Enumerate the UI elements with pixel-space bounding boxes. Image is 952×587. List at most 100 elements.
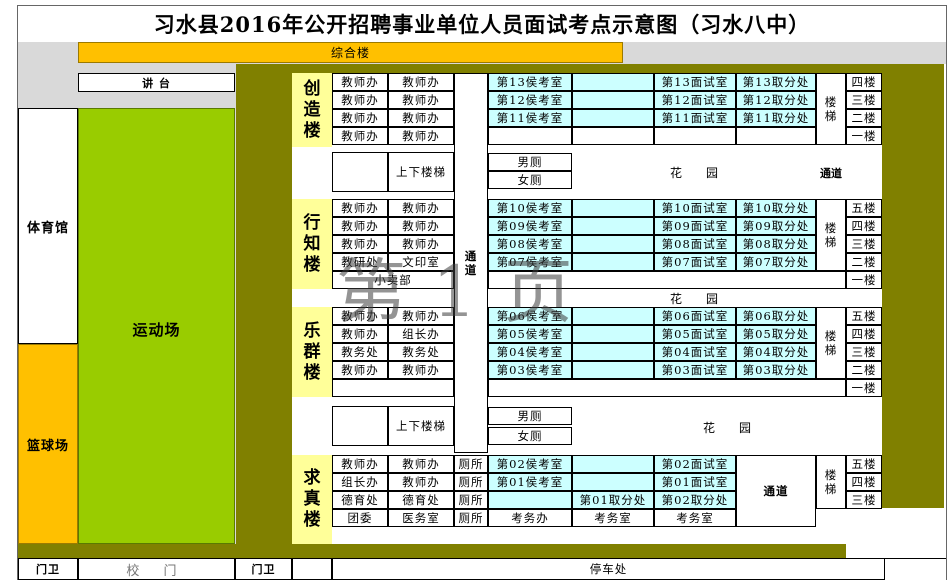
waiting-room: 第10侯考室 [488,199,572,217]
room-cell: 教师办 [388,73,454,91]
room-cell: 教师办 [332,361,388,379]
room-cell: 德育处 [332,491,388,509]
gate-guard-right: 门卫 [235,558,292,580]
score-office: 第04取分处 [736,343,816,361]
room-cell: 教务处 [332,343,388,361]
floor-label: 五楼 [846,307,882,325]
interview-room: 第03面试室 [654,361,736,379]
score-office: 第11取分处 [736,109,816,127]
room-cell: 教务处 [388,343,454,361]
blank-cyan [572,473,654,491]
blank-cell [292,558,332,580]
score-office: 第13取分处 [736,73,816,91]
blank-cyan [572,73,654,91]
waiting-room: 第12侯考室 [488,91,572,109]
blank-cell [332,152,388,192]
staircase: 上下楼梯 [388,406,454,446]
basketball-court: 篮球场 [18,344,78,544]
blank-cyan [572,109,654,127]
waiting-room: 第01侯考室 [488,473,572,491]
garden-3: 花 园 [702,421,751,435]
building-lequn: 乐 群 楼 [292,307,332,397]
room-cell: 教师办 [388,455,454,473]
garden-2: 花 园 [669,291,718,306]
floor-label: 一楼 [846,271,882,289]
waiting-room: 第04侯考室 [488,343,572,361]
road-top [292,64,944,73]
stairs-label: 楼梯 [816,455,846,509]
waiting-room: 第09侯考室 [488,217,572,235]
room-cell: 团委 [332,509,388,527]
interview-room: 第02面试室 [654,455,736,473]
floor-label: 三楼 [846,343,882,361]
sports-field: 运动场 [78,108,235,544]
corridor-label: 通道 [820,167,842,180]
interview-room: 第12面试室 [654,91,736,109]
gate-guard-left: 门卫 [18,558,78,580]
blank-cyan [572,325,654,343]
parking: 停车处 [332,558,885,580]
garden-1: 花 园 [669,166,718,180]
room-cell: 组长办 [332,473,388,491]
blank-cyan [572,235,654,253]
interview-room: 第09面试室 [654,217,736,235]
toilet: 厕所 [454,509,488,527]
score-office: 第10取分处 [736,199,816,217]
blank-cyan [572,199,654,217]
floor-label: 五楼 [846,199,882,217]
stairs-label: 楼梯 [816,307,846,379]
blank-cyan [572,91,654,109]
floor-label: 四楼 [846,73,882,91]
score-office: 第06取分处 [736,307,816,325]
interview-room: 第11面试室 [654,109,736,127]
floor-label: 二楼 [846,253,882,271]
room-cell: 德育处 [388,491,454,509]
room-cell: 教师办 [388,473,454,491]
score-office: 第07取分处 [736,253,816,271]
school-gate: 校 门 [78,558,235,580]
building-zonghe: 综合楼 [78,42,623,63]
blank-cell [572,127,654,145]
waiting-room: 第03侯考室 [488,361,572,379]
blank-cell [332,379,454,397]
road-left [236,64,292,544]
exam-room: 考务室 [654,509,736,527]
podium: 讲 台 [78,73,235,92]
blank-cell [654,127,736,145]
score-office: 第03取分处 [736,361,816,379]
road-bottom [18,544,846,558]
toilet: 厕所 [454,491,488,509]
interview-room: 第13面试室 [654,73,736,91]
floor-label: 三楼 [846,235,882,253]
waiting-room: 第02侯考室 [488,455,572,473]
room-cell: 教师办 [332,455,388,473]
room-cell: 教师办 [388,109,454,127]
floor-label: 五楼 [846,455,882,473]
room-cell: 教师办 [388,361,454,379]
interview-room: 第06面试室 [654,307,736,325]
score-office: 第12取分处 [736,91,816,109]
exam-room: 考务室 [572,509,654,527]
blank-cyan [572,217,654,235]
blank-cyan [572,361,654,379]
interview-room: 第04面试室 [654,343,736,361]
score-office: 第08取分处 [736,235,816,253]
gymnasium: 体育馆 [18,108,78,344]
waiting-room: 第11侯考室 [488,109,572,127]
floor-label: 一楼 [846,379,882,397]
floor-label: 三楼 [846,491,882,509]
floor-label: 二楼 [846,361,882,379]
floor-label: 二楼 [846,109,882,127]
floor-label: 一楼 [846,127,882,145]
blank-cell [488,379,846,397]
stairs-label: 楼梯 [816,199,846,271]
room-cell: 教师办 [332,127,388,145]
interview-room: 第10面试室 [654,199,736,217]
room-cell: 教师办 [332,217,388,235]
score-office: 第01取分处 [572,491,654,509]
stairs-label: 楼梯 [816,73,846,145]
room-cell: 教师办 [332,91,388,109]
blank-cell [488,127,572,145]
exam-office: 考务办 [488,509,572,527]
toilet: 厕所 [454,473,488,491]
